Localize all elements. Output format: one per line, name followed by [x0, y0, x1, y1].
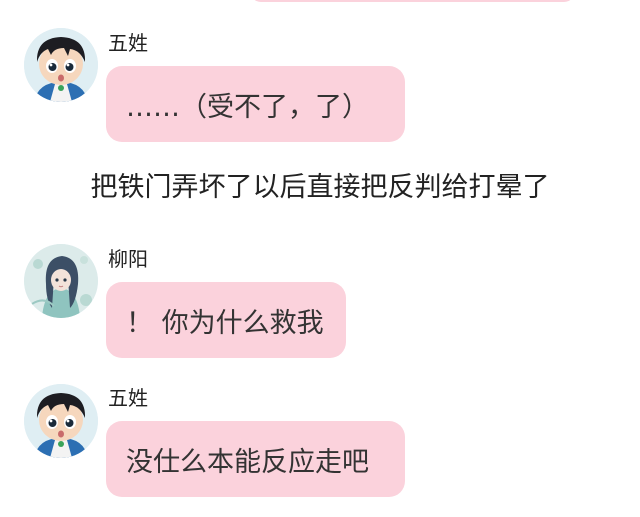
sender-name: 五姓 [108, 386, 148, 410]
message-text: ……（受不了，了） [126, 91, 369, 123]
message-bubble[interactable]: 没仕么本能反应走吧 [106, 421, 405, 497]
message-bubble[interactable]: ！ 你为什么救我 [106, 282, 346, 358]
chibi-boy-avatar-icon[interactable] [24, 384, 98, 458]
chibi-boy-avatar-icon[interactable] [24, 28, 98, 102]
sender-name: 柳阳 [108, 247, 148, 271]
message-bubble[interactable]: ……（受不了，了） [106, 66, 405, 142]
previous-message-bubble [250, 0, 575, 2]
anime-girl-avatar-icon[interactable] [24, 244, 98, 318]
message-text: 没仕么本能反应走吧 [126, 446, 369, 478]
narration-text: 把铁门弄坏了以后直接把反判给打晕了 [90, 172, 550, 203]
sender-name: 五姓 [108, 31, 148, 55]
message-text: ！ 你为什么救我 [126, 307, 324, 339]
